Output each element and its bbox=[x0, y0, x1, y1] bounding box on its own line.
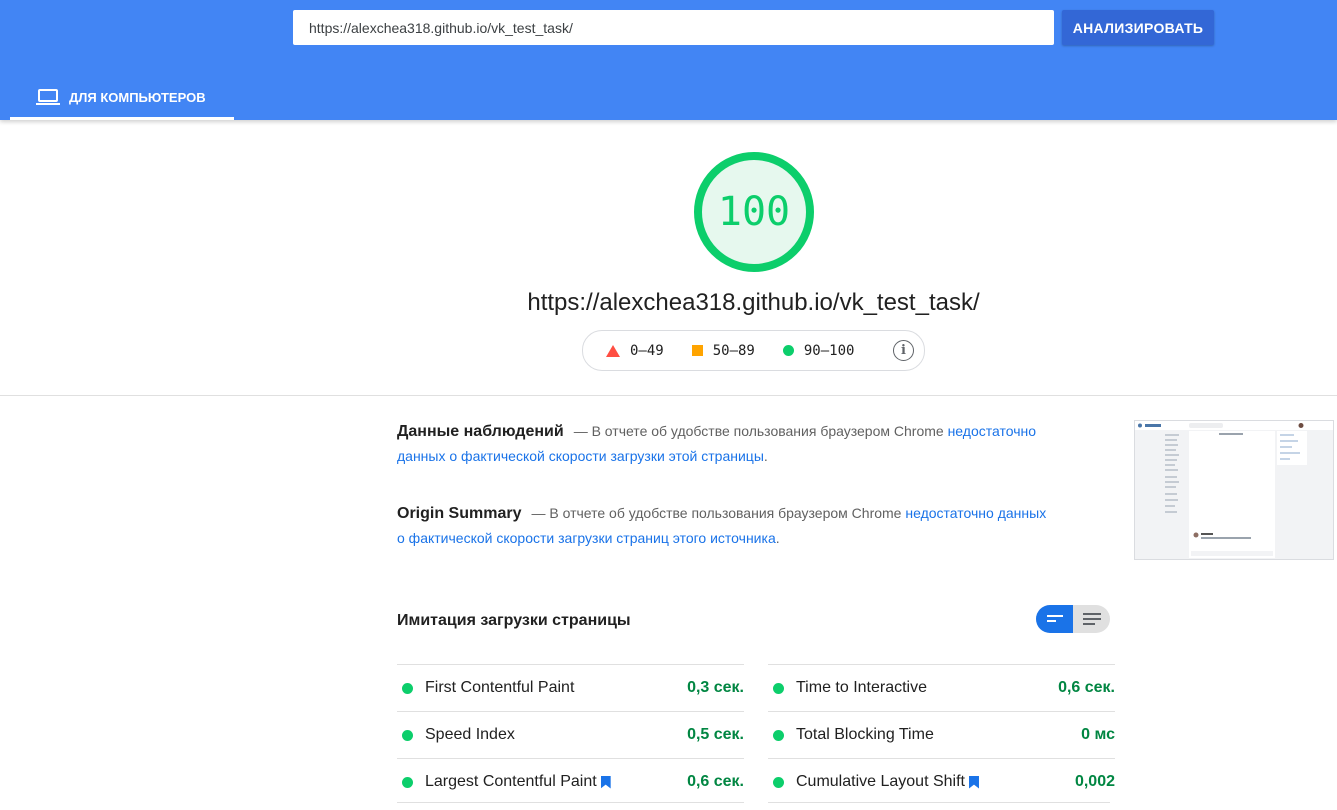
compact-lines-icon bbox=[1046, 615, 1063, 622]
legend-label: 0–49 bbox=[630, 342, 664, 359]
tab-label: ДЛЯ КОМПЬЮТЕРОВ bbox=[69, 89, 206, 105]
metric-name: Total Blocking Time bbox=[796, 726, 934, 743]
page-screenshot-thumbnail bbox=[1134, 420, 1334, 560]
pass-dot-icon bbox=[773, 776, 784, 788]
orange-square-icon bbox=[691, 345, 703, 356]
pass-dot-icon bbox=[402, 729, 413, 741]
pass-dot-icon bbox=[402, 776, 413, 788]
field-data-suffix: . bbox=[763, 448, 768, 464]
compact-view-button[interactable] bbox=[1036, 605, 1073, 633]
legend-item-average: 50–89 bbox=[691, 342, 755, 359]
metrics-bottom-divider bbox=[768, 802, 1110, 803]
performance-score-value: 100 bbox=[717, 189, 791, 235]
pass-dot-icon bbox=[773, 729, 784, 741]
metric-value: 0,002 bbox=[1074, 773, 1115, 790]
analyze-button[interactable]: АНАЛИЗИРОВАТЬ bbox=[1062, 10, 1214, 45]
metric-value: 0,3 сек. bbox=[687, 679, 744, 696]
metric-speed-index: Speed Index 0,5 сек. bbox=[397, 711, 744, 758]
legend-item-pass: 90–100 bbox=[782, 342, 855, 359]
red-triangle-icon bbox=[606, 344, 620, 357]
legend-label: 50–89 bbox=[712, 342, 755, 359]
origin-summary-block: Origin Summary — В отчете об удобстве пол… bbox=[397, 501, 1057, 551]
score-legend: 0–49 50–89 90–100 i bbox=[582, 330, 925, 371]
analyzed-url: https://alexchea318.github.io/vk_test_ta… bbox=[527, 289, 980, 316]
legend-label: 90–100 bbox=[803, 342, 855, 359]
app-header: АНАЛИЗИРОВАТЬ ДЛЯ КОМПЬЮТЕРОВ bbox=[0, 0, 1337, 120]
pass-dot-icon bbox=[402, 682, 413, 694]
origin-summary-title: Origin Summary bbox=[397, 505, 522, 522]
section-divider bbox=[0, 395, 1337, 396]
performance-score-gauge: 100 bbox=[692, 150, 816, 274]
metric-value: 0,5 сек. bbox=[687, 726, 744, 743]
tab-desktop[interactable]: ДЛЯ КОМПЬЮТЕРОВ bbox=[10, 74, 234, 120]
green-circle-icon bbox=[782, 345, 794, 356]
origin-summary-text: — В отчете об удобстве пользования брауз… bbox=[531, 505, 906, 521]
metric-cumulative-layout-shift: Cumulative Layout Shift 0,002 bbox=[768, 758, 1115, 805]
metrics-view-toggle[interactable] bbox=[1036, 605, 1110, 633]
field-data-title: Данные наблюдений bbox=[397, 423, 564, 440]
metric-value: 0,6 сек. bbox=[687, 773, 744, 790]
field-data-block: Данные наблюдений — В отчете об удобстве … bbox=[397, 419, 1057, 469]
url-input[interactable] bbox=[293, 10, 1054, 45]
metric-name: Largest Contentful Paint bbox=[425, 773, 687, 791]
metric-name: Cumulative Layout Shift bbox=[796, 773, 1075, 791]
lab-section-title: Имитация загрузки страницы bbox=[397, 612, 631, 629]
bookmark-icon[interactable] bbox=[968, 775, 979, 789]
info-icon[interactable]: i bbox=[893, 340, 914, 361]
legend-item-fail: 0–49 bbox=[606, 343, 664, 359]
metric-value: 0,6 сек. bbox=[1058, 679, 1115, 696]
tab-active-indicator bbox=[10, 117, 234, 120]
metric-name: Time to Interactive bbox=[796, 679, 928, 696]
expanded-lines-icon bbox=[1082, 613, 1101, 625]
laptop-icon bbox=[36, 88, 60, 106]
metric-total-blocking-time: Total Blocking Time 0 мс bbox=[768, 711, 1115, 758]
field-data-text: — В отчете об удобстве пользования брауз… bbox=[573, 423, 948, 439]
origin-summary-suffix: . bbox=[775, 530, 780, 546]
metric-name: Speed Index bbox=[425, 726, 515, 743]
metric-value: 0 мс bbox=[1081, 726, 1115, 743]
metric-largest-contentful-paint: Largest Contentful Paint 0,6 сек. bbox=[397, 758, 744, 805]
metric-name: First Contentful Paint bbox=[425, 679, 575, 696]
pass-dot-icon bbox=[773, 682, 784, 694]
expanded-view-button[interactable] bbox=[1073, 605, 1110, 633]
metric-time-to-interactive: Time to Interactive 0,6 сек. bbox=[768, 664, 1115, 711]
bookmark-icon[interactable] bbox=[600, 775, 611, 789]
metrics-bottom-divider bbox=[397, 802, 744, 803]
metric-first-contentful-paint: First Contentful Paint 0,3 сек. bbox=[397, 664, 744, 711]
